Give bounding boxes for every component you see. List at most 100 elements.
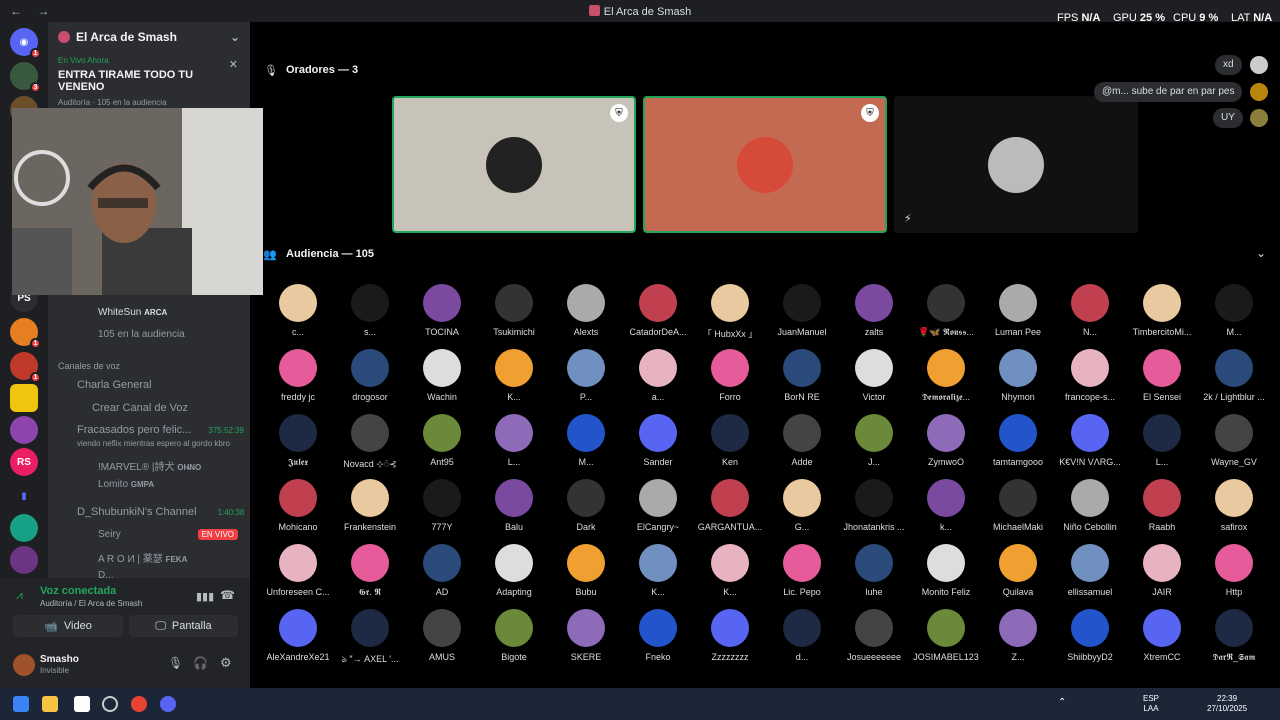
discord-home-icon[interactable]: ◉ 1: [10, 28, 41, 59]
audience-member[interactable]: Quilava: [983, 544, 1053, 597]
audience-member[interactable]: N...: [1055, 284, 1125, 337]
audience-member[interactable]: JAIR: [1127, 544, 1197, 597]
server-icon[interactable]: 3: [10, 62, 41, 93]
audience-member[interactable]: 𝕲𝖗. 𝕽: [335, 544, 405, 598]
audience-member[interactable]: CatadorDeA...: [623, 284, 693, 337]
audience-member[interactable]: c...: [263, 284, 333, 337]
audience-member[interactable]: Victor: [839, 349, 909, 402]
audience-member[interactable]: JOSIMABEL123: [911, 609, 981, 662]
voice-user[interactable]: !MARVEL® |詩犬 OH̶NO: [98, 458, 201, 473]
audience-member[interactable]: Lic. Pepo: [767, 544, 837, 597]
audience-member[interactable]: ShiibbyyD2: [1055, 609, 1125, 662]
audience-member[interactable]: AD: [407, 544, 477, 597]
audience-member[interactable]: zalts: [839, 284, 909, 337]
language-indicator[interactable]: ESP LAA: [1143, 694, 1159, 714]
audience-member[interactable]: K...: [623, 544, 693, 597]
create-voice-channel[interactable]: Crear Canal de Voz: [92, 402, 188, 414]
server-icon[interactable]: [10, 514, 38, 542]
audience-member[interactable]: 2k / Lightblur ...: [1199, 349, 1269, 402]
audience-member[interactable]: L...: [1127, 414, 1197, 467]
server-icon[interactable]: [10, 384, 38, 412]
audience-member[interactable]: TOCINA: [407, 284, 477, 337]
audience-member[interactable]: AMUS: [407, 609, 477, 662]
audience-member[interactable]: L...: [479, 414, 549, 467]
clock[interactable]: 22:39 27/10/2025: [1207, 694, 1247, 714]
audience-member[interactable]: Ant95: [407, 414, 477, 467]
channel-charla-general[interactable]: Charla General: [77, 379, 152, 391]
audience-member[interactable]: 「 HubxXx 」: [695, 284, 765, 340]
audience-member[interactable]: Balu: [479, 479, 549, 532]
avatar[interactable]: [13, 654, 35, 676]
audience-member[interactable]: M...: [1199, 284, 1269, 337]
video-button[interactable]: 📹 Video: [13, 615, 123, 637]
audience-member[interactable]: ElCangry~: [623, 479, 693, 532]
audience-member[interactable]: AleXandreXe21: [263, 609, 333, 662]
speaker-tile[interactable]: ⚡: [894, 96, 1138, 233]
audience-member[interactable]: Adapting: [479, 544, 549, 597]
audience-member[interactable]: XtremCC: [1127, 609, 1197, 662]
audience-member[interactable]: JuanManuel: [767, 284, 837, 337]
discord-icon[interactable]: [160, 696, 176, 712]
audience-member[interactable]: Jhonatankris ...: [839, 479, 909, 532]
audience-member[interactable]: BorN RE: [767, 349, 837, 402]
audience-member[interactable]: k...: [911, 479, 981, 532]
audience-member[interactable]: Forro: [695, 349, 765, 402]
audience-member[interactable]: Mohicano: [263, 479, 333, 532]
audience-member[interactable]: P...: [551, 349, 621, 402]
audience-member[interactable]: Luman Pee: [983, 284, 1053, 337]
audience-member[interactable]: K...: [479, 349, 549, 402]
chevron-up-icon[interactable]: ⌃: [1058, 698, 1066, 708]
audience-member[interactable]: Alexts: [551, 284, 621, 337]
audience-member[interactable]: Wachin: [407, 349, 477, 402]
audience-member[interactable]: SKERE: [551, 609, 621, 662]
server-icon[interactable]: RS: [10, 448, 38, 476]
audience-member[interactable]: El Sensei: [1127, 349, 1197, 402]
voice-category[interactable]: Canales de voz: [58, 361, 120, 371]
channel-fracasados[interactable]: Fracasados pero felic... 375:52:39: [77, 424, 244, 436]
disconnect-icon[interactable]: ☎: [220, 588, 235, 602]
username[interactable]: Smasho: [40, 654, 79, 665]
audience-member[interactable]: ellissamuel: [1055, 544, 1125, 597]
audience-member[interactable]: MichaelMaki: [983, 479, 1053, 532]
audience-member[interactable]: Http: [1199, 544, 1269, 597]
audience-member[interactable]: Z...: [983, 609, 1053, 662]
close-icon[interactable]: ✕: [229, 58, 238, 71]
audience-member[interactable]: Raabh: [1127, 479, 1197, 532]
live-stage-card[interactable]: En Vivo Ahora ENTRA TIRAME TODO TU VENEN…: [48, 52, 250, 111]
gear-icon[interactable]: ⚙: [220, 655, 232, 671]
voice-user[interactable]: A R O И | 薬瑟 FEKA: [98, 550, 187, 565]
audience-member[interactable]: Frankenstein: [335, 479, 405, 532]
audience-member[interactable]: J...: [839, 414, 909, 467]
audience-member[interactable]: ZymwoO: [911, 414, 981, 467]
audience-member[interactable]: 🌹🦋 𝕽𝖔𝖚𝖘𝖘...: [911, 284, 981, 338]
audience-member[interactable]: Monito Feliz: [911, 544, 981, 597]
audience-member[interactable]: Dark: [551, 479, 621, 532]
folder-icon[interactable]: ▮: [10, 482, 38, 510]
app-icon[interactable]: [74, 696, 90, 712]
audience-member[interactable]: francope-s...: [1055, 349, 1125, 402]
audience-member[interactable]: Bigote: [479, 609, 549, 662]
server-icon[interactable]: [10, 416, 38, 444]
audience-member[interactable]: Ken: [695, 414, 765, 467]
speaker-tile[interactable]: ⛨: [392, 96, 636, 233]
channel-shubunkin[interactable]: D_ShubunkiN's Channel 1:40:38: [77, 506, 244, 518]
audience-member[interactable]: Novacd ⊹ं⊰: [335, 414, 405, 470]
app-icon[interactable]: [102, 696, 118, 712]
microphone-icon[interactable]: 🎙: [168, 656, 183, 670]
audience-member[interactable]: freddy jc: [263, 349, 333, 402]
audience-member[interactable]: G...: [767, 479, 837, 532]
voice-location[interactable]: Auditoría / El Arca de Smash: [40, 599, 142, 608]
chevron-down-icon[interactable]: ⌄: [230, 30, 240, 44]
audience-member[interactable]: safirox: [1199, 479, 1269, 532]
audience-member[interactable]: s...: [335, 284, 405, 337]
audience-member[interactable]: luhe: [839, 544, 909, 597]
signal-icon[interactable]: ⩘: [16, 588, 23, 603]
audience-member[interactable]: Niño Cebollin: [1055, 479, 1125, 532]
audience-member[interactable]: Tsukimichi: [479, 284, 549, 337]
server-header[interactable]: El Arca de Smash ⌄: [48, 22, 250, 52]
soundboard-icon[interactable]: ▮▮▮: [196, 590, 214, 603]
audience-member[interactable]: drogosor: [335, 349, 405, 402]
audience-member[interactable]: Unforeseen C...: [263, 544, 333, 597]
audience-member[interactable]: Bubu: [551, 544, 621, 597]
audience-member[interactable]: 𝕵𝖚𝖑𝖊𝖝: [263, 414, 333, 468]
